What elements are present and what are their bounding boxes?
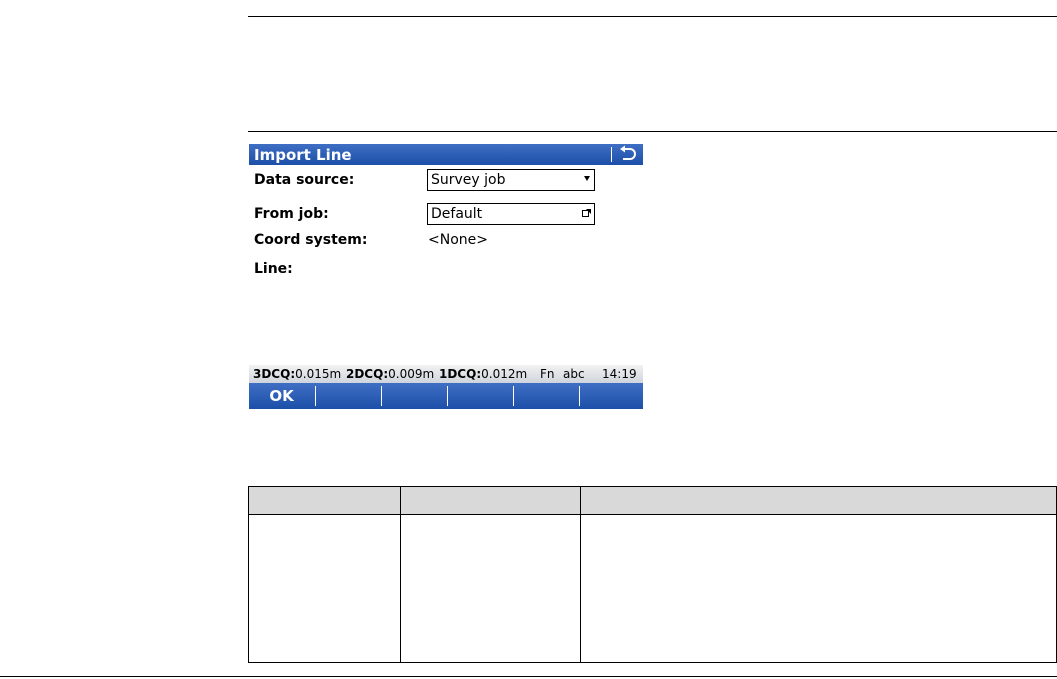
list-select-icon: [582, 209, 591, 217]
data-source-value: Survey job: [431, 172, 506, 188]
softkey-bar: OK: [249, 383, 643, 409]
quality-3d: 3DCQ:0.015m: [253, 365, 341, 384]
coord-system-label: Coord system:: [254, 232, 368, 248]
line-label: Line:: [254, 261, 293, 277]
device-screen: Import Line Data source: Survey job From…: [249, 144, 643, 409]
quality-1d-value: 0.012m: [481, 367, 528, 381]
data-source-label: Data source:: [254, 172, 355, 188]
quality-2d: 2DCQ:0.009m: [346, 365, 434, 384]
column-divider: [580, 487, 581, 662]
chevron-down-icon: [584, 176, 590, 181]
softkey-3[interactable]: [382, 383, 446, 409]
quality-2d-label: 2DCQ:: [346, 367, 389, 381]
clock: 14:19: [602, 367, 637, 381]
softkey-6[interactable]: [580, 383, 643, 409]
table-header: [249, 487, 1056, 515]
quality-1d: 1DCQ:0.012m: [439, 365, 527, 384]
softkey-5[interactable]: [514, 383, 578, 409]
data-source-select[interactable]: Survey job: [427, 169, 595, 191]
back-arrow-icon[interactable]: [617, 145, 639, 164]
quality-2d-value: 0.009m: [388, 367, 435, 381]
softkey-4[interactable]: [448, 383, 512, 409]
quality-3d-label: 3DCQ:: [253, 367, 296, 381]
title-bar: Import Line: [249, 144, 643, 165]
from-job-label: From job:: [254, 206, 329, 222]
input-mode: abc: [563, 367, 585, 381]
description-table: [248, 486, 1057, 663]
top-rule: [248, 16, 1057, 17]
column-divider: [400, 487, 401, 662]
title-separator: [611, 147, 612, 162]
from-job-value: Default: [431, 206, 483, 222]
from-job-field[interactable]: Default: [427, 203, 595, 225]
fn-indicator: Fn: [540, 367, 555, 381]
ok-softkey[interactable]: OK: [249, 383, 314, 409]
bottom-rule: [0, 676, 1057, 677]
status-bar: 3DCQ:0.015m 2DCQ:0.009m 1DCQ:0.012m Fn a…: [249, 365, 643, 383]
coord-system-value: <None>: [428, 232, 488, 248]
quality-1d-label: 1DCQ:: [439, 367, 482, 381]
softkey-2[interactable]: [316, 383, 380, 409]
quality-3d-value: 0.015m: [295, 367, 342, 381]
section-rule: [248, 131, 1057, 132]
dialog-title: Import Line: [254, 146, 352, 164]
